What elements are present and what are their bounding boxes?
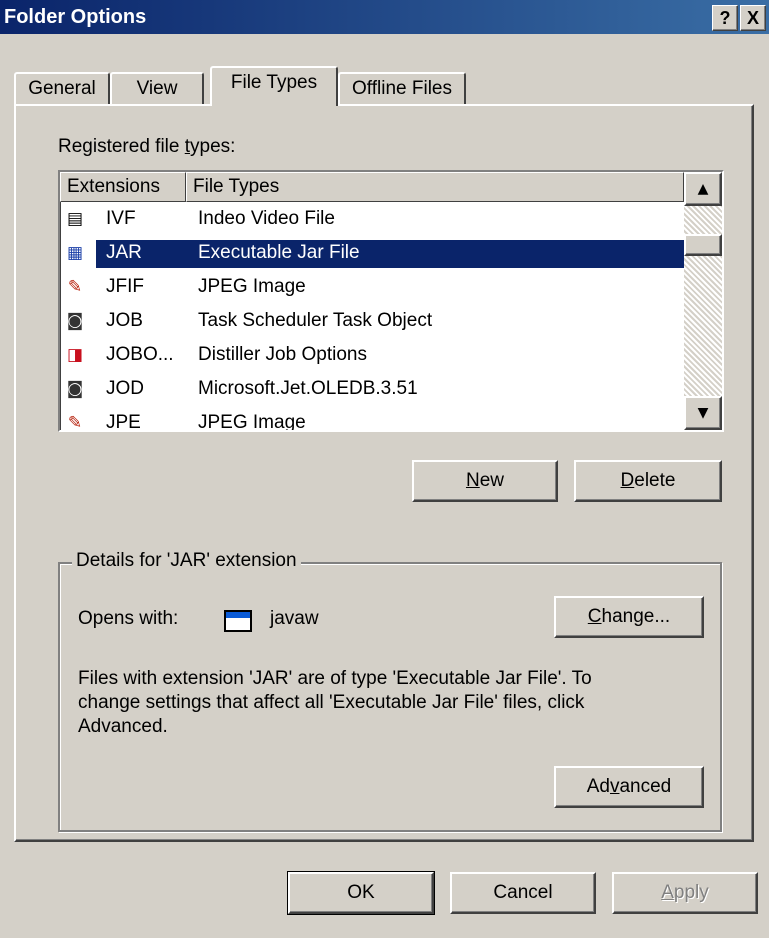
tab-offline-files[interactable]: Offline Files: [338, 72, 466, 106]
opens-with-label: Opens with:: [78, 608, 179, 629]
details-description-line-2: change settings that affect all 'Executa…: [78, 692, 585, 713]
advanced-button[interactable]: Advanced: [554, 766, 704, 808]
row-file-type: Task Scheduler Task Object: [198, 310, 433, 331]
jar-file-icon: ▦: [66, 243, 84, 263]
row-extension: JOB: [106, 310, 143, 331]
details-group-title: Details for 'JAR' extension: [72, 550, 301, 572]
registered-file-types-label: Registered file types:: [58, 136, 236, 157]
scroll-down-button[interactable]: ▼: [684, 396, 722, 430]
close-button[interactable]: X: [740, 5, 766, 31]
ok-button[interactable]: OK: [287, 871, 435, 915]
arrow-down-icon: ▼: [697, 405, 709, 421]
row-extension: JAR: [106, 242, 142, 263]
list-item[interactable]: ◙ JOD Microsoft.Jet.OLEDB.3.51: [60, 372, 688, 406]
image-file-icon: ✎: [67, 413, 83, 432]
tab-view[interactable]: View: [110, 72, 204, 106]
row-extension: JOD: [106, 378, 144, 399]
change-button[interactable]: Change...: [554, 596, 704, 638]
row-extension: JOBO...: [106, 344, 174, 365]
list-item[interactable]: ✎ JFIF JPEG Image: [60, 270, 688, 304]
window-title: Folder Options: [4, 6, 147, 28]
video-file-icon: ▤: [66, 209, 84, 229]
application-icon: [224, 610, 252, 632]
row-extension: IVF: [106, 208, 136, 229]
task-file-icon: ◙: [66, 311, 84, 331]
row-file-type: Microsoft.Jet.OLEDB.3.51: [198, 378, 418, 399]
row-file-type: JPEG Image: [198, 412, 306, 432]
list-item[interactable]: ◙ JOB Task Scheduler Task Object: [60, 304, 688, 338]
row-file-type: Executable Jar File: [198, 242, 360, 263]
selection-highlight: [96, 240, 686, 268]
pdf-file-icon: ◨: [66, 345, 84, 365]
column-header-extensions[interactable]: Extensions: [60, 172, 186, 202]
file-types-list[interactable]: Extensions File Types ▤ IVF Indeo Video …: [58, 170, 724, 432]
row-file-type: Distiller Job Options: [198, 344, 367, 365]
row-extension: JFIF: [106, 276, 144, 297]
row-file-type: JPEG Image: [198, 276, 306, 297]
row-extension: JPE: [106, 412, 141, 432]
row-file-type: Indeo Video File: [198, 208, 335, 229]
list-item-selected[interactable]: ▦ JAR Executable Jar File: [60, 236, 688, 270]
list-item[interactable]: ◨ JOBO... Distiller Job Options: [60, 338, 688, 372]
arrow-up-icon: ▲: [697, 181, 709, 197]
list-item[interactable]: ✎ JPE JPEG Image: [60, 406, 688, 432]
task-file-icon: ◙: [66, 379, 84, 399]
new-button[interactable]: New: [412, 460, 558, 502]
opens-with-app: javaw: [270, 608, 319, 629]
list-scrollbar[interactable]: ▲ ▼: [684, 172, 722, 430]
tab-file-types[interactable]: File Types: [210, 66, 338, 106]
delete-button[interactable]: Delete: [574, 460, 722, 502]
tab-general[interactable]: General: [14, 72, 110, 106]
list-item[interactable]: ▤ IVF Indeo Video File: [60, 202, 688, 236]
column-header-file-types[interactable]: File Types: [186, 172, 684, 202]
details-description-line-3: Advanced.: [78, 716, 168, 737]
cancel-button[interactable]: Cancel: [450, 872, 596, 914]
help-button[interactable]: ?: [712, 5, 738, 31]
apply-button[interactable]: Apply: [612, 872, 758, 914]
details-description-line-1: Files with extension 'JAR' are of type '…: [78, 668, 592, 689]
scroll-up-button[interactable]: ▲: [684, 172, 722, 206]
title-bar[interactable]: Folder Options ? X: [0, 0, 769, 34]
image-file-icon: ✎: [67, 277, 83, 297]
scroll-thumb[interactable]: [684, 234, 722, 256]
